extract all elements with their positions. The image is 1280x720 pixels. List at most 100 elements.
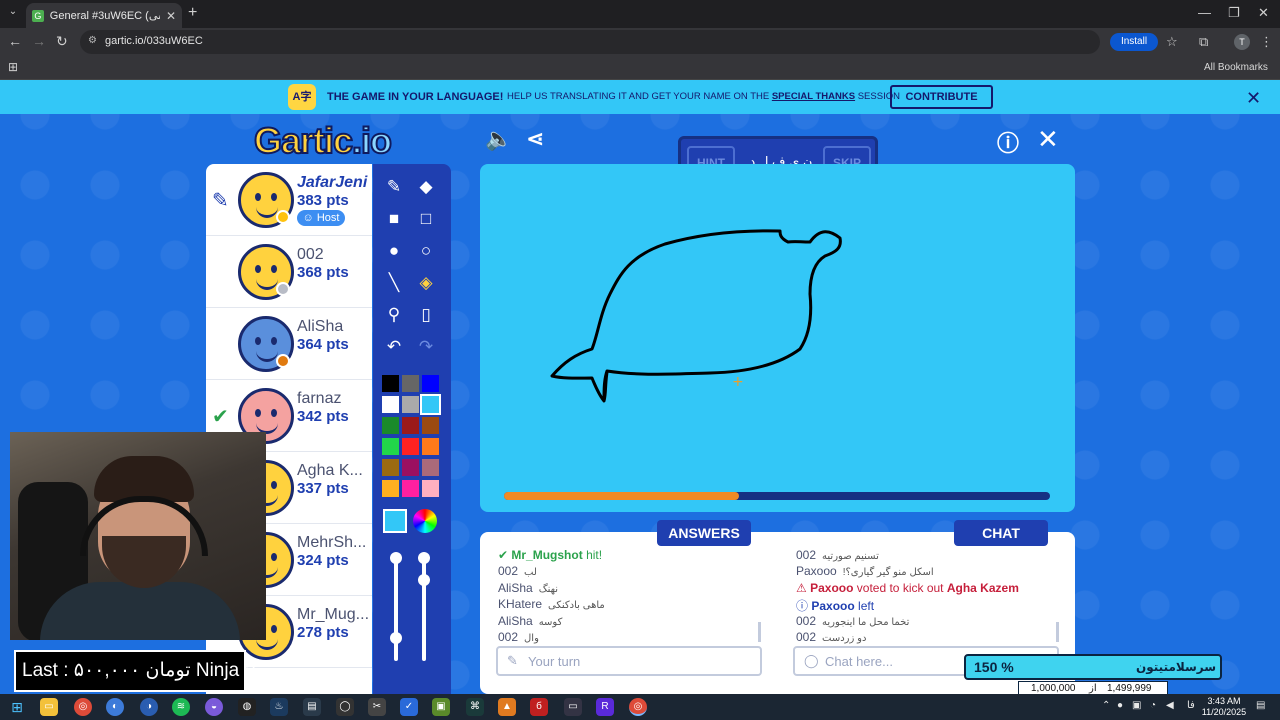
vpn-icon[interactable]: ✓ (400, 698, 418, 716)
fill-bucket-icon[interactable]: ◈ (414, 271, 438, 295)
color-swatch[interactable] (402, 417, 419, 434)
undo-icon[interactable]: ↶ (382, 335, 406, 359)
color-wheel-icon[interactable] (413, 509, 437, 533)
minimize-icon[interactable]: — (1198, 5, 1211, 20)
selected-color-swatch[interactable] (383, 509, 407, 533)
answers-tab[interactable]: ANSWERS (657, 520, 751, 546)
all-bookmarks-link[interactable]: All Bookmarks (1204, 62, 1268, 73)
red-app-icon[interactable]: б (530, 698, 548, 716)
chrome-active-icon[interactable]: ◎ (629, 698, 647, 716)
browser-icon[interactable]: ◑ (140, 698, 158, 716)
line-tool-icon[interactable]: ╲ (382, 271, 406, 295)
reload-icon[interactable]: ↻ (56, 33, 68, 50)
sound-icon[interactable]: 🔈 (485, 126, 512, 152)
redo-icon[interactable]: ↷ (414, 335, 438, 359)
drawing-canvas[interactable]: + (480, 164, 1075, 512)
color-swatch[interactable] (422, 459, 439, 476)
obs-icon[interactable]: ◍ (238, 698, 256, 716)
browser-tab[interactable]: G General #3uW6EC (فارسی) - Gar ✕ (26, 3, 182, 28)
banner-close-icon[interactable]: ✕ (1246, 88, 1261, 109)
tab-search-icon[interactable]: ⌄ (5, 6, 21, 22)
color-swatch[interactable] (422, 480, 439, 497)
special-thanks-link[interactable]: SPECIAL THANKS (772, 91, 855, 102)
color-swatch[interactable] (382, 375, 399, 392)
color-swatch[interactable] (420, 394, 441, 415)
steam-icon[interactable]: ♨ (270, 698, 288, 716)
windows-start-icon[interactable]: ⊞ (8, 698, 26, 716)
color-swatch[interactable] (402, 396, 419, 413)
eyedropper-icon[interactable]: ⚲ (382, 303, 406, 327)
exit-icon[interactable]: ✕ (1037, 124, 1059, 155)
share-icon[interactable]: ⋖ (526, 126, 544, 152)
app-icon[interactable]: ◒ (205, 698, 223, 716)
color-swatch[interactable] (402, 438, 419, 455)
player-row[interactable]: AliSha 364 pts (206, 308, 372, 380)
size-slider-knob-low[interactable] (390, 632, 402, 644)
color-swatch[interactable] (382, 459, 399, 476)
filled-circle-tool-icon[interactable]: ● (382, 239, 406, 263)
pencil-tool-icon[interactable]: ✎ (382, 175, 406, 199)
site-info-icon[interactable]: ⚙ (88, 35, 97, 46)
player-row[interactable]: ✎ JafarJeni 383 pts ☺ Host (206, 164, 372, 236)
notifications-icon[interactable]: ▤ (1256, 700, 1265, 711)
forward-icon[interactable]: → (32, 33, 46, 49)
color-swatch[interactable] (382, 480, 399, 497)
clock[interactable]: 3:43 AM 11/20/2025 (1200, 696, 1248, 718)
color-swatch[interactable] (402, 459, 419, 476)
opacity-slider-knob[interactable] (418, 552, 430, 564)
clear-page-icon[interactable]: ▯ (414, 303, 438, 327)
color-swatch[interactable] (382, 438, 399, 455)
tray-chevron-icon[interactable]: ⌃ (1102, 700, 1110, 711)
capcut-icon[interactable]: ✂ (368, 698, 386, 716)
color-swatch[interactable] (382, 396, 399, 413)
circle-tool-icon[interactable]: ○ (414, 239, 438, 263)
size-slider-knob[interactable] (390, 552, 402, 564)
vm-icon[interactable]: ▭ (564, 698, 582, 716)
answers-scrollbar[interactable] (758, 622, 761, 642)
bookmark-star-icon[interactable]: ☆ (1166, 34, 1178, 50)
player-row[interactable]: 002 368 pts (206, 236, 372, 308)
install-button[interactable]: Install (1110, 33, 1158, 51)
network-icon[interactable]: ⌘ (466, 698, 484, 716)
color-swatch[interactable] (402, 480, 419, 497)
chat-tab[interactable]: CHAT (954, 520, 1048, 546)
file-explorer-icon[interactable]: ▭ (40, 698, 58, 716)
volume-icon[interactable]: ◀ (1166, 700, 1174, 711)
contribute-button[interactable]: CONTRIBUTE (890, 85, 993, 109)
r-app-icon[interactable]: R (596, 698, 614, 716)
profile-avatar[interactable]: T (1234, 34, 1250, 50)
opacity-slider-knob-mid[interactable] (418, 574, 430, 586)
color-swatch[interactable] (422, 438, 439, 455)
color-swatch[interactable] (382, 417, 399, 434)
extensions-icon[interactable]: ⧉ (1199, 34, 1208, 50)
search-app-icon[interactable]: ◯ (336, 698, 354, 716)
opacity-slider[interactable] (422, 557, 426, 661)
color-swatch[interactable] (422, 375, 439, 392)
chat-scrollbar[interactable] (1056, 622, 1059, 642)
rect-tool-icon[interactable]: □ (414, 207, 438, 231)
menu-icon[interactable]: ⋮ (1260, 34, 1273, 50)
window-close-icon[interactable]: ✕ (1258, 5, 1269, 21)
eraser-tool-icon[interactable]: ◆ (414, 175, 438, 199)
back-icon[interactable]: ← (8, 33, 22, 49)
transmission-icon[interactable]: ▲ (498, 698, 516, 716)
chrome-icon[interactable]: ◎ (74, 698, 92, 716)
network-tray-icon[interactable]: ▣ (1132, 700, 1141, 711)
address-bar[interactable]: ⚙ gartic.io/033uW6EC (80, 30, 1100, 54)
info-icon[interactable]: ⓘ (997, 126, 1019, 158)
new-tab-icon[interactable]: + (188, 4, 197, 22)
game-launcher-icon[interactable]: ▤ (303, 698, 321, 716)
filled-rect-tool-icon[interactable]: ■ (382, 207, 406, 231)
apps-grid-icon[interactable]: ⊞ (8, 60, 18, 74)
color-swatch[interactable] (422, 417, 439, 434)
answer-input[interactable]: ✎ Your turn (496, 646, 762, 676)
wifi-icon[interactable]: ◔ (1150, 700, 1156, 711)
color-swatch[interactable] (402, 375, 419, 392)
restore-icon[interactable]: ❐ (1228, 5, 1240, 21)
size-slider[interactable] (394, 557, 398, 661)
spotify-icon[interactable]: ≋ (172, 698, 190, 716)
edge-icon[interactable]: ◐ (106, 698, 124, 716)
minecraft-icon[interactable]: ▣ (432, 698, 450, 716)
tab-close-icon[interactable]: ✕ (166, 9, 176, 23)
mic-icon[interactable]: ● (1117, 700, 1123, 711)
